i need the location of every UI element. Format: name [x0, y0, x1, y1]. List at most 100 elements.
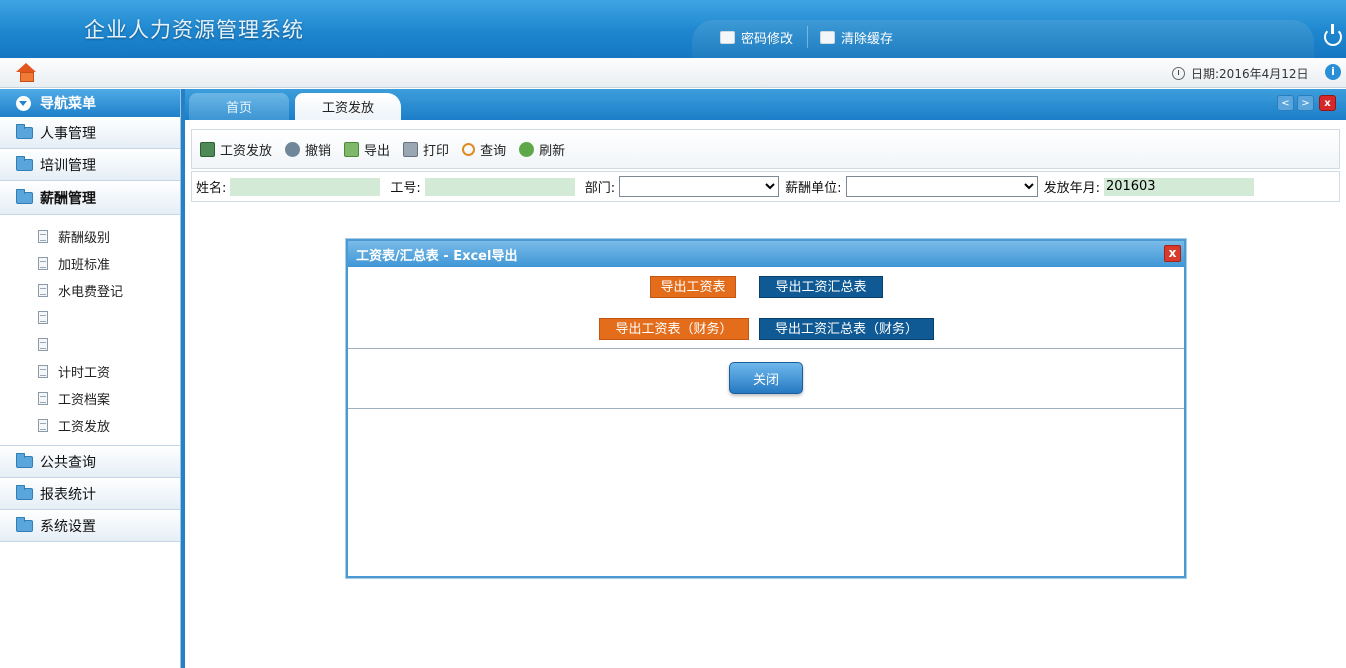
tab-wage-payment[interactable]: 工资发放 [295, 93, 401, 120]
sidebar-item-blank-1[interactable] [0, 304, 180, 331]
document-icon [38, 311, 48, 324]
tab-prev-button[interactable]: < [1277, 95, 1294, 111]
query-label: 查询 [480, 143, 507, 159]
salary-unit-select[interactable] [845, 176, 1038, 197]
export-wage-summary-finance-button[interactable]: 导出工资汇总表（财务） [759, 318, 934, 340]
document-icon [38, 392, 48, 405]
sidebar-group-label: 人事管理 [40, 125, 96, 142]
sidebar-item-blank-2[interactable] [0, 331, 180, 358]
sidebar-group-public-query[interactable]: 公共查询 [0, 446, 180, 478]
home-icon[interactable] [16, 63, 36, 82]
sidebar-group-hr[interactable]: 人事管理 [0, 117, 180, 149]
export-button[interactable]: 导出 [344, 140, 390, 159]
sidebar-group-reports[interactable]: 报表统计 [0, 478, 180, 510]
dialog-footer: 关闭 [348, 349, 1184, 409]
salary-unit-label: 薪酬单位: [785, 181, 842, 196]
export-icon [344, 141, 360, 157]
sidebar-group-label: 培训管理 [40, 157, 96, 174]
undo-label: 撤销 [305, 143, 332, 159]
cache-icon [820, 30, 835, 44]
print-label: 打印 [423, 143, 450, 159]
app-title: 企业人力资源管理系统 [84, 18, 304, 42]
excel-export-dialog: 工资表/汇总表 - Excel导出 x 导出工资表 导出工资汇总表 导出工资表（… [346, 239, 1186, 578]
refresh-label: 刷新 [539, 143, 566, 159]
sidebar-group-label: 公共查询 [40, 454, 96, 471]
search-icon [462, 142, 476, 156]
sidebar-item-wage-archive[interactable]: 工资档案 [0, 385, 180, 412]
folder-icon [16, 155, 33, 171]
folder-icon [16, 123, 33, 139]
sidebar-group-settings[interactable]: 系统设置 [0, 510, 180, 542]
tab-next-button[interactable]: > [1297, 95, 1314, 111]
export-wage-summary-button[interactable]: 导出工资汇总表 [759, 276, 883, 298]
pay-month-label: 发放年月: [1043, 181, 1100, 196]
refresh-button[interactable]: 刷新 [519, 140, 565, 159]
sidebar-group-label: 薪酬管理 [40, 190, 96, 207]
folder-icon [16, 452, 33, 468]
export-wage-sheet-button[interactable]: 导出工资表 [650, 276, 736, 298]
name-label: 姓名: [196, 181, 227, 196]
clear-cache-label: 清除缓存 [841, 31, 894, 47]
info-icon[interactable]: i [1325, 64, 1341, 80]
export-wage-sheet-finance-button[interactable]: 导出工资表（财务） [599, 318, 749, 340]
app-header: 企业人力资源管理系统 密码修改 清除缓存 [0, 0, 1346, 58]
top-toolbar: 密码修改 清除缓存 [692, 20, 1314, 58]
collapse-circle-icon [16, 95, 31, 111]
folder-icon [16, 516, 33, 532]
sidebar-item-utilities[interactable]: 水电费登记 [0, 277, 180, 304]
dialog-title: 工资表/汇总表 - Excel导出 [356, 248, 518, 264]
action-toolbar: 工资发放 撤销 导出 打印 查询 刷新 [191, 129, 1340, 169]
change-password-button[interactable]: 密码修改 [720, 26, 793, 48]
dialog-close-icon[interactable]: x [1164, 245, 1181, 262]
sidebar-item-label: 加班标准 [58, 258, 111, 273]
pay-wages-label: 工资发放 [220, 143, 273, 159]
sidebar-group-training[interactable]: 培训管理 [0, 149, 180, 181]
name-input[interactable] [230, 177, 381, 196]
query-button[interactable]: 查询 [462, 140, 506, 159]
pay-month-input[interactable] [1103, 177, 1254, 196]
toolbar-divider [807, 26, 808, 48]
sidebar-item-label: 工资档案 [58, 393, 111, 408]
undo-button[interactable]: 撤销 [285, 140, 331, 159]
nav-menu-header[interactable]: 导航菜单 [0, 89, 180, 117]
power-icon[interactable] [1324, 24, 1342, 46]
info-bar: 日期:2016年4月12日 i [0, 58, 1346, 88]
undo-icon [285, 141, 301, 157]
sidebar-item-label: 计时工资 [58, 366, 111, 381]
employee-id-label: 工号: [390, 181, 421, 196]
salary-sub-menu: 薪酬级别 加班标准 水电费登记 计时工资 工资档案 工资发放 [0, 215, 180, 446]
sidebar-item-overtime-standard[interactable]: 加班标准 [0, 250, 180, 277]
tab-close-button[interactable]: x [1319, 95, 1336, 111]
sidebar-item-label: 水电费登记 [58, 285, 124, 300]
date-display: 日期:2016年4月12日 [1172, 65, 1309, 82]
document-icon [38, 365, 48, 378]
sidebar-group-salary[interactable]: 薪酬管理 [0, 181, 180, 215]
nav-menu-title: 导航菜单 [40, 96, 96, 112]
date-label: 日期:2016年4月12日 [1191, 67, 1309, 81]
employee-id-input[interactable] [424, 177, 575, 196]
sidebar-item-hourly-wage[interactable]: 计时工资 [0, 358, 180, 385]
export-label: 导出 [364, 143, 391, 159]
sidebar-item-label: 工资发放 [58, 420, 111, 435]
wage-icon [200, 141, 215, 157]
tab-home[interactable]: 首页 [189, 93, 289, 120]
dialog-title-bar: 工资表/汇总表 - Excel导出 x [348, 241, 1184, 267]
department-select[interactable] [619, 176, 780, 197]
change-password-label: 密码修改 [741, 31, 794, 47]
printer-icon [403, 141, 419, 157]
sidebar-item-wage-payment[interactable]: 工资发放 [0, 412, 180, 439]
sidebar-item-salary-level[interactable]: 薪酬级别 [0, 223, 180, 250]
print-button[interactable]: 打印 [403, 140, 449, 159]
dialog-body: 导出工资表 导出工资汇总表 导出工资表（财务） 导出工资汇总表（财务） [348, 267, 1184, 349]
tab-bar: 首页 工资发放 < > x [185, 89, 1346, 120]
sidebar-group-label: 系统设置 [40, 518, 96, 535]
clock-icon [1172, 67, 1185, 80]
clear-cache-button[interactable]: 清除缓存 [820, 26, 893, 48]
key-icon [720, 30, 735, 44]
refresh-icon [519, 141, 535, 157]
pay-wages-button[interactable]: 工资发放 [200, 140, 272, 159]
document-icon [38, 257, 48, 270]
filter-bar: 姓名: 工号: 部门: 薪酬单位: 发放年月: [191, 171, 1340, 202]
document-icon [38, 338, 48, 351]
close-button[interactable]: 关闭 [729, 362, 803, 394]
